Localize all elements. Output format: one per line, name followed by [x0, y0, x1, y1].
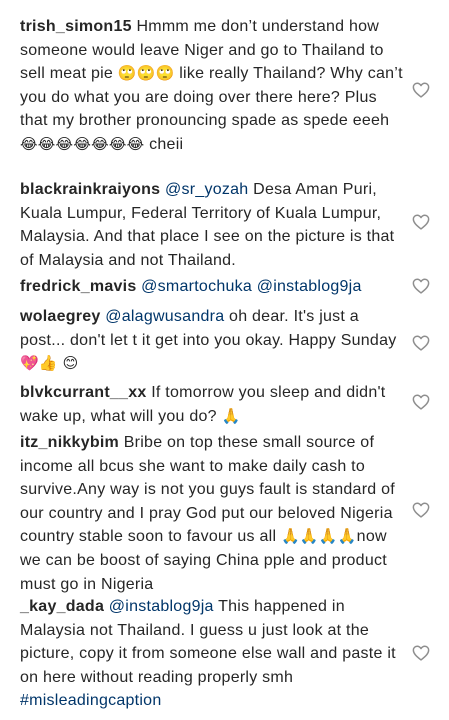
- emoji: 🙄🙄🙄: [117, 65, 175, 83]
- heart-outline-icon: [412, 645, 430, 661]
- like-button[interactable]: [412, 645, 430, 661]
- heart-outline-icon: [412, 335, 430, 351]
- heart-outline-icon: [412, 502, 430, 518]
- emoji: 🙏: [221, 407, 241, 425]
- heart-outline-icon: [412, 278, 430, 294]
- comment-text: cheii: [144, 135, 184, 153]
- comment-username[interactable]: itz_nikkybim: [20, 434, 119, 451]
- comment-username[interactable]: blvkcurrant__xx: [20, 384, 146, 401]
- emoji: 🙏🙏🙏🙏: [280, 528, 357, 546]
- mention-link[interactable]: @smartochuka: [141, 278, 252, 295]
- comment: trish_simon15 Hmmm me don’t understand h…: [20, 15, 408, 157]
- mention-link[interactable]: @sr_yozah: [165, 181, 248, 198]
- mention-link[interactable]: @alagwusandra: [105, 308, 224, 325]
- emoji: 😊: [62, 355, 79, 373]
- comment-username[interactable]: wolaegrey: [20, 308, 101, 325]
- like-button[interactable]: [412, 394, 430, 410]
- emoji: 😂😂😂😂😂😂😂: [20, 135, 145, 153]
- mention-link[interactable]: @instablog9ja: [257, 278, 362, 295]
- like-button[interactable]: [412, 82, 430, 98]
- comment: blackrainkraiyons @sr_yozah Desa Aman Pu…: [20, 178, 408, 272]
- comment-username[interactable]: _kay_dada: [20, 598, 104, 615]
- comment: wolaegrey @alagwusandra oh dear. It's ju…: [20, 305, 408, 376]
- comment-username[interactable]: trish_simon15: [20, 18, 132, 35]
- comment: fredrick_mavis @smartochuka @instablog9j…: [20, 275, 408, 299]
- hashtag-link[interactable]: #misleadingcaption: [20, 692, 161, 709]
- emoji: 💖👍: [20, 355, 58, 373]
- like-button[interactable]: [412, 502, 430, 518]
- comment: _kay_dada @instablog9ja This happened in…: [20, 595, 408, 713]
- comment: itz_nikkybim Bribe on top these small so…: [20, 431, 408, 596]
- like-button[interactable]: [412, 214, 430, 230]
- like-button[interactable]: [412, 335, 430, 351]
- heart-outline-icon: [412, 214, 430, 230]
- comment: blvkcurrant__xx If tomorrow you sleep an…: [20, 381, 408, 428]
- comment-username[interactable]: blackrainkraiyons: [20, 181, 160, 198]
- comment-username[interactable]: fredrick_mavis: [20, 278, 136, 295]
- mention-link[interactable]: @instablog9ja: [109, 598, 214, 615]
- heart-outline-icon: [412, 394, 430, 410]
- like-button[interactable]: [412, 278, 430, 294]
- heart-outline-icon: [412, 82, 430, 98]
